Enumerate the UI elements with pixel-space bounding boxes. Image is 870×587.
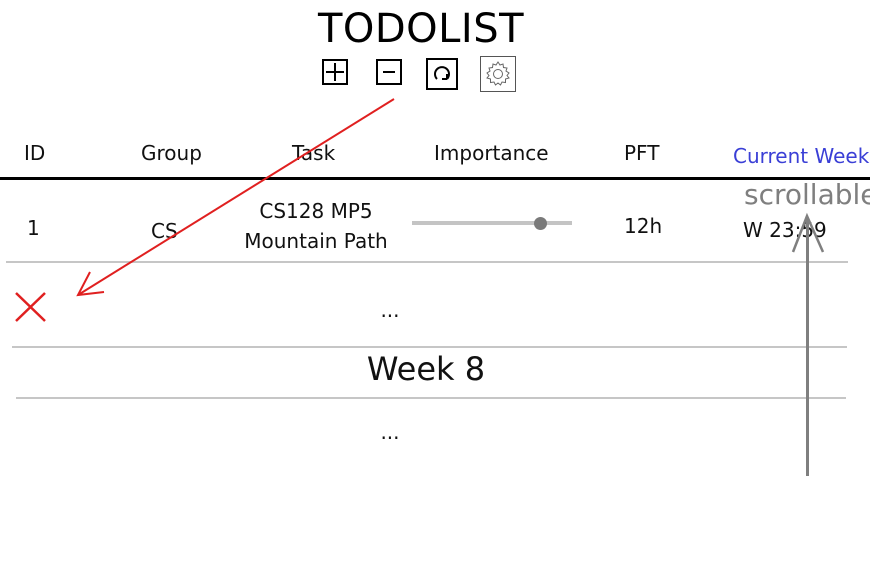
row-divider — [6, 261, 848, 263]
header-divider — [0, 177, 870, 180]
row-group: CS — [151, 219, 178, 243]
collapsed-rows-indicator: ... — [380, 420, 400, 444]
refresh-button[interactable] — [426, 58, 458, 90]
row-id: 1 — [27, 216, 40, 240]
minus-icon — [383, 71, 395, 73]
column-header-task: Task — [292, 141, 336, 165]
row-task: CS128 MP5 Mountain Path — [232, 196, 400, 256]
column-header-pft: PFT — [624, 141, 660, 165]
scrollable-annotation: scrollable — [744, 178, 870, 211]
column-header-current-week[interactable]: Current Week — [733, 144, 869, 168]
column-header-importance: Importance — [434, 141, 549, 165]
row-due: W 23:59 — [743, 218, 827, 242]
row-pft: 12h — [624, 214, 663, 238]
gear-icon — [486, 61, 510, 86]
importance-slider[interactable] — [412, 221, 572, 225]
plus-icon — [326, 63, 344, 81]
collapsed-rows-indicator: ... — [380, 298, 400, 322]
column-header-id: ID — [24, 141, 46, 165]
remove-task-button[interactable] — [376, 59, 402, 85]
refresh-icon — [434, 66, 450, 80]
scroll-indicator-line — [806, 218, 809, 476]
row-task-line-2: Mountain Path — [244, 229, 388, 253]
add-task-button[interactable] — [322, 59, 348, 85]
column-header-group: Group — [141, 141, 202, 165]
row-task-line-1: CS128 MP5 — [259, 199, 373, 223]
importance-slider-thumb[interactable] — [533, 217, 547, 230]
settings-button[interactable] — [480, 56, 516, 92]
week-divider-line — [16, 397, 846, 399]
app-title: TODOLIST — [317, 6, 525, 52]
week-divider-label: Week 8 — [366, 350, 486, 388]
row-divider — [12, 346, 847, 348]
